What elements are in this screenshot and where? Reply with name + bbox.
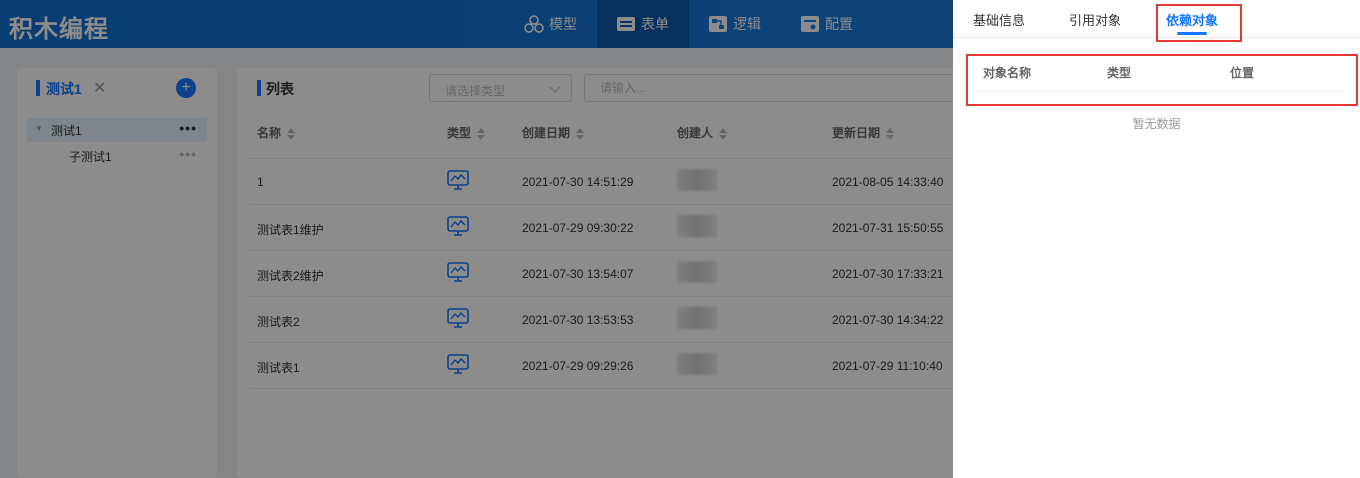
divider (975, 91, 1345, 92)
empty-state-text: 暂无数据 (1132, 117, 1181, 131)
detail-drawer: 基础信息 引用对象 依赖对象 对象名称 类型 位置 暂无数据 (953, 0, 1360, 478)
highlight-box (1156, 4, 1242, 42)
column-header-type: 类型 (1107, 66, 1132, 80)
tab-referenced-objects[interactable]: 引用对象 (1069, 10, 1121, 29)
column-header-location: 位置 (1230, 66, 1255, 80)
column-header-object-name: 对象名称 (983, 66, 1032, 80)
tab-basic-info[interactable]: 基础信息 (973, 10, 1025, 29)
drawer-mask-overlay[interactable] (0, 0, 953, 478)
